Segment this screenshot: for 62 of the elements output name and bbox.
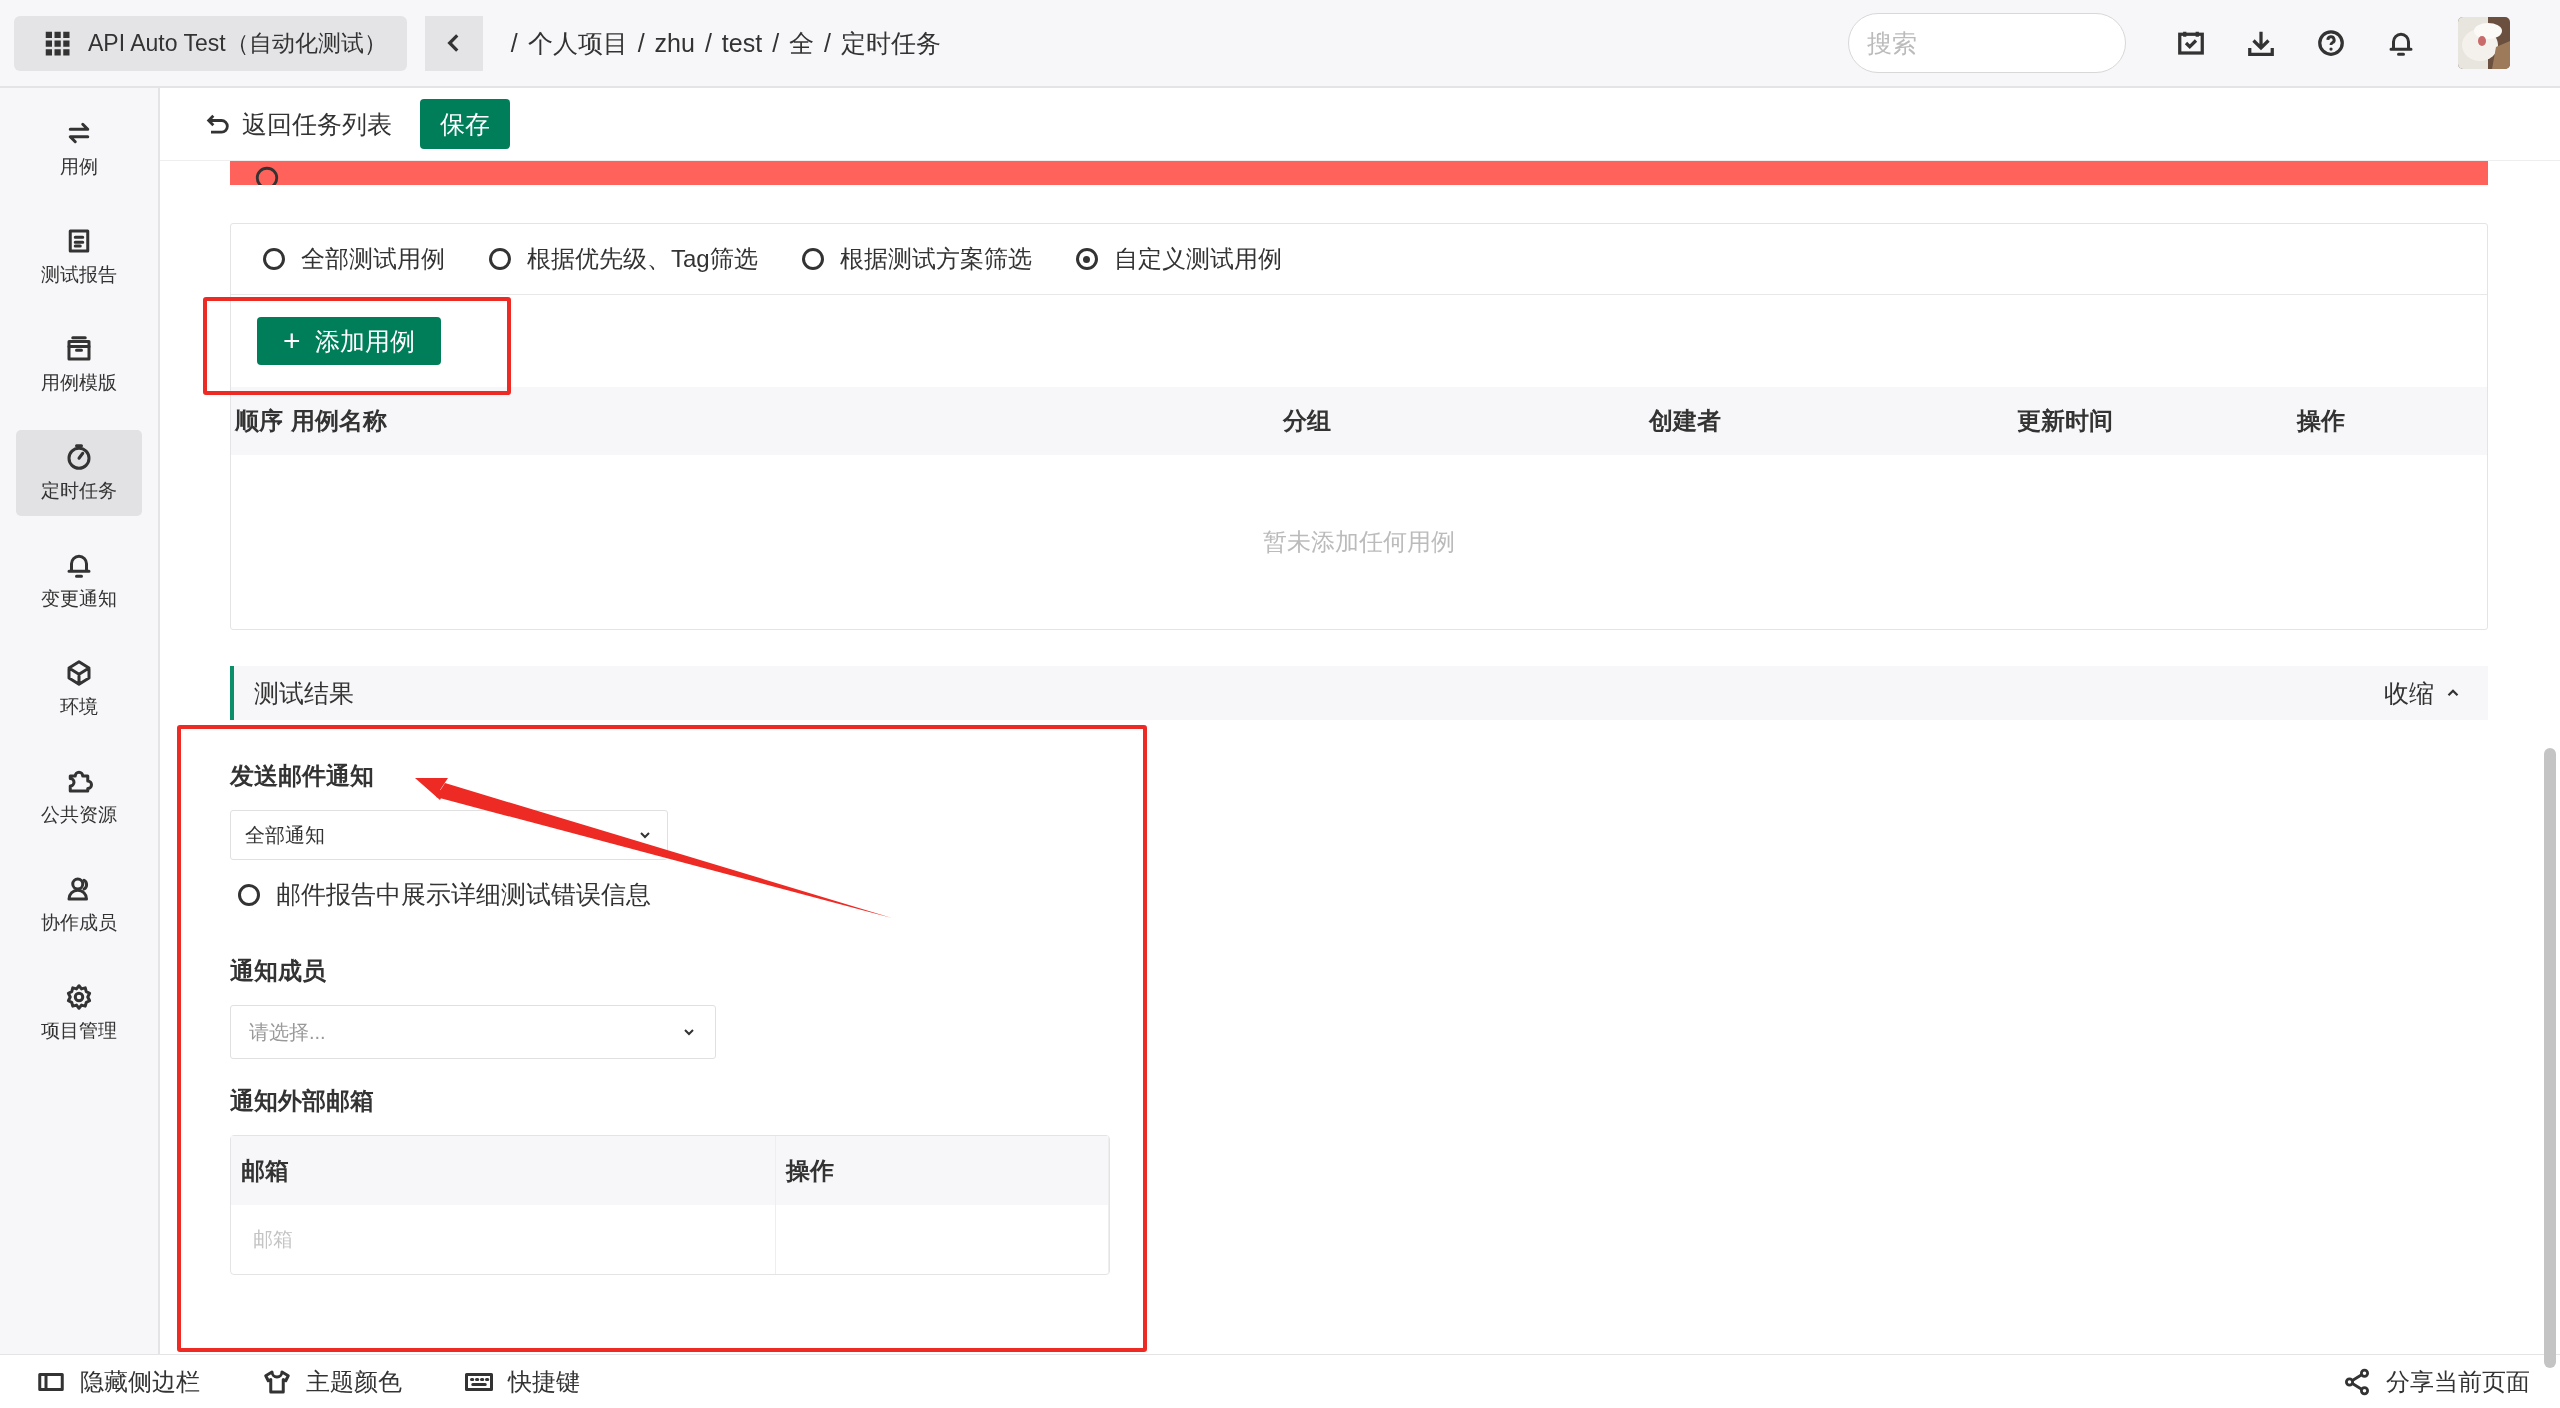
collapse-button[interactable] [424,15,483,71]
search-field[interactable]: 搜索 [1848,13,2126,73]
empty-message: 暂未添加任何用例 [1263,527,1455,557]
column-header: 创建者 [1647,406,1722,436]
breadcrumb-link[interactable]: test [721,28,763,58]
help-icon[interactable] [2316,28,2346,58]
section-title: 测试结果 [254,677,354,709]
warning-icon [254,165,280,185]
sidebar-item[interactable]: 环境 [16,646,142,732]
breadcrumb-link[interactable]: 全 [789,26,815,60]
share-icon [2342,1366,2372,1397]
column-header: 用例名称 [290,406,388,436]
app-switcher-button[interactable]: API Auto Test（自动化测试） [14,15,407,71]
radio-button[interactable] [238,883,260,906]
collapse-toggle[interactable]: 收缩 [2378,675,2468,711]
save-button[interactable]: 保存 [420,99,510,149]
sidebar-item[interactable]: 用例 [16,106,142,192]
sidebar-item[interactable]: 定时任务 [16,430,142,516]
footer-button[interactable]: 隐藏侧边栏 [30,1364,206,1399]
column-header: 操作 [2295,406,2346,436]
field-label: 通知成员 [230,956,326,986]
radio-label[interactable]: 自定义测试用例 [1113,243,1282,275]
settings-icon [64,982,94,1012]
breadcrumb-separator: / [510,28,518,58]
sidebar-item[interactable]: 测试报告 [16,214,142,300]
breadcrumb-separator: / [637,28,645,58]
share-button[interactable]: 分享当前页面 [2336,1364,2536,1399]
add-case-button[interactable]: + 添加用例 [257,317,441,365]
field-label: 通知外部邮箱 [230,1086,374,1116]
email-input[interactable]: 邮箱 [231,1227,775,1252]
notify-select[interactable]: 全部通知 [230,810,668,860]
column-header: 邮箱 [231,1136,776,1205]
sidebar-item[interactable]: 变更通知 [16,538,142,624]
column-header: 操作 [776,1136,1109,1205]
breadcrumb-link[interactable]: zhu [654,28,695,58]
column-header: 分组 [1281,406,1332,436]
footer-button[interactable]: 快捷键 [458,1364,586,1399]
field-label: 发送邮件通知 [230,761,374,791]
breadcrumb-separator: / [772,28,780,58]
radio-button[interactable] [801,248,824,270]
radio-button[interactable] [489,248,511,270]
breadcrumb-separator: / [824,28,832,58]
sidebar-item[interactable]: 协作成员 [16,862,142,948]
back-to-list-button[interactable]: 返回任务列表 [198,106,398,142]
footer-button[interactable]: 主题颜色 [256,1364,408,1399]
sidebar-item[interactable]: 项目管理 [16,970,142,1056]
column-header: 顺序 [233,406,284,436]
sidebar-item[interactable]: 用例模版 [16,322,142,408]
breadcrumb-link[interactable]: 定时任务 [841,26,942,60]
scrollbar[interactable] [2544,748,2556,1368]
radio-button[interactable] [1075,248,1098,270]
email-field[interactable]: 邮箱 [231,1205,776,1274]
radio-label[interactable]: 邮件报告中展示详细测试错误信息 [276,878,651,911]
breadcrumb-link[interactable]: 个人项目 [527,26,628,60]
radio-label[interactable]: 根据测试方案筛选 [839,243,1032,275]
radio-label[interactable]: 根据优先级、Tag筛选 [527,243,758,275]
sidebar-item[interactable]: 公共资源 [16,754,142,840]
breadcrumb-separator: / [704,28,712,58]
template-icon [64,334,94,364]
radio-label[interactable]: 全部测试用例 [301,243,445,275]
column-header: 更新时间 [2016,406,2114,436]
radio-button[interactable] [263,248,285,270]
